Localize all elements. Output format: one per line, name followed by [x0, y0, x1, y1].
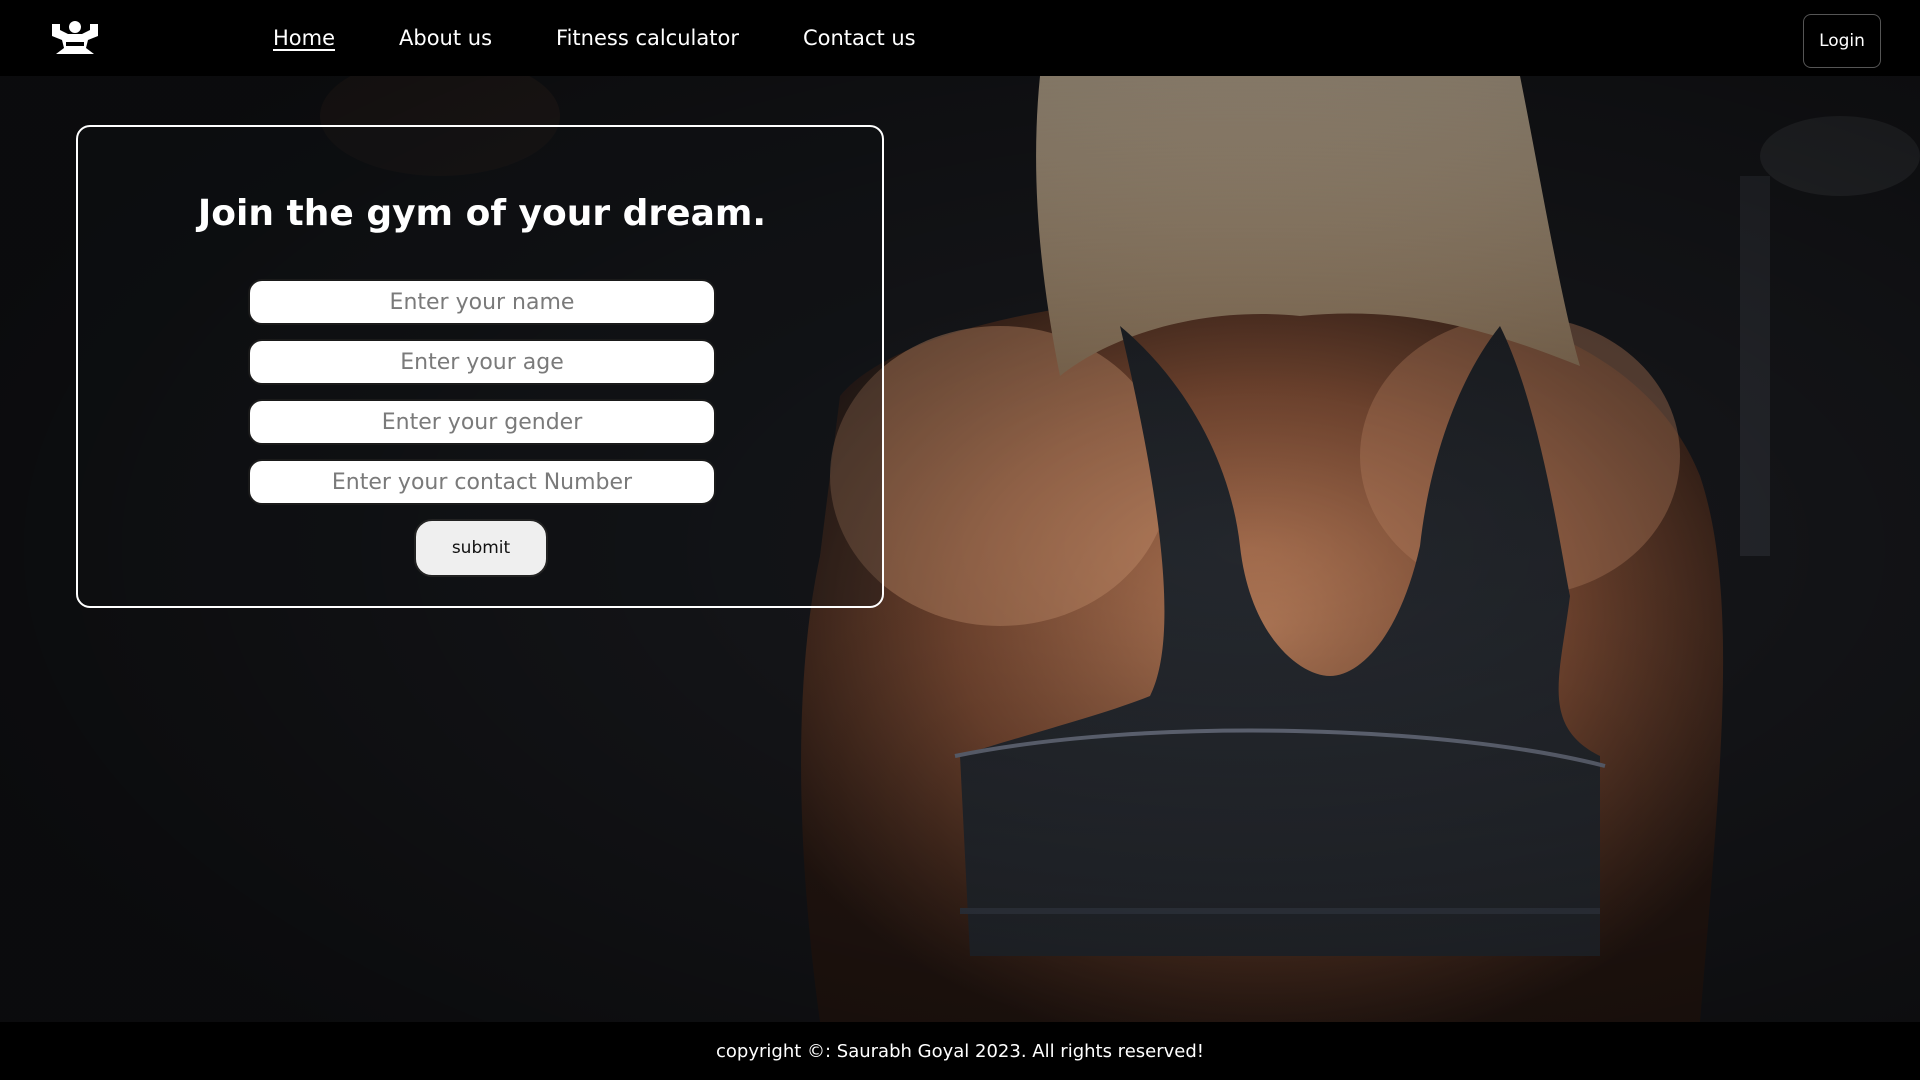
name-input[interactable] [248, 279, 716, 325]
footer: copyright ©: Saurabh Goyal 2023. All rig… [0, 1022, 1920, 1080]
form-title: Join the gym of your dream. [197, 193, 767, 234]
join-form-card: Join the gym of your dream. submit [76, 125, 884, 608]
nav-links: Home About us Fitness calculator Contact… [273, 0, 980, 76]
age-input[interactable] [248, 339, 716, 385]
gender-input[interactable] [248, 399, 716, 445]
bodybuilder-logo-icon[interactable] [46, 18, 104, 56]
nav-link-home[interactable]: Home [273, 26, 335, 50]
nav-link-fitness-calculator[interactable]: Fitness calculator [556, 26, 739, 50]
copyright-text: copyright ©: Saurabh Goyal 2023. All rig… [716, 1040, 1204, 1062]
nav-link-about-us[interactable]: About us [399, 26, 492, 50]
contact-number-input[interactable] [248, 459, 716, 505]
login-button[interactable]: Login [1803, 14, 1881, 68]
submit-button[interactable]: submit [414, 519, 548, 577]
navbar: Home About us Fitness calculator Contact… [0, 0, 1920, 76]
nav-link-contact-us[interactable]: Contact us [803, 26, 916, 50]
page: Home About us Fitness calculator Contact… [0, 0, 1920, 1080]
